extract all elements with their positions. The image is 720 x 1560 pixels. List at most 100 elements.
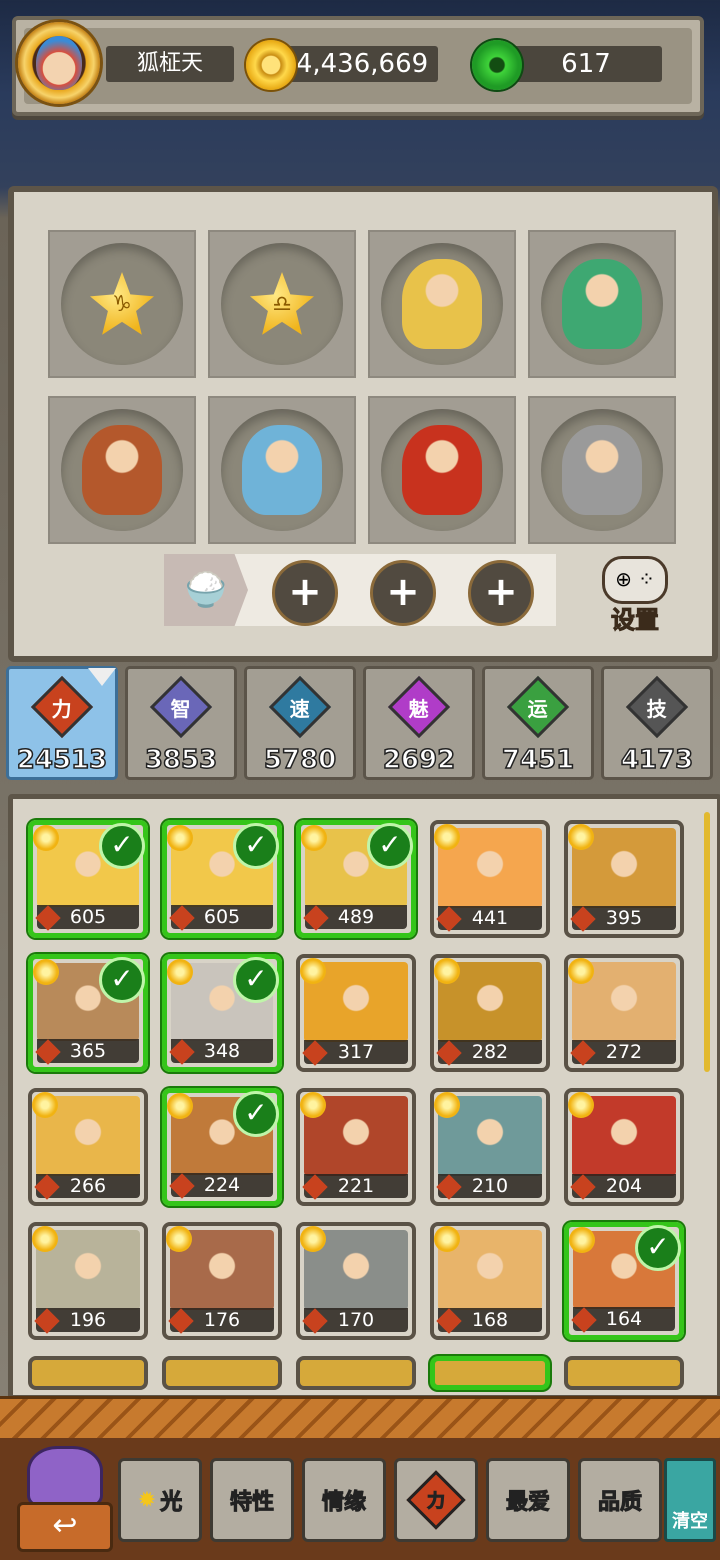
stat-tab[interactable]: 智 3853 [125, 666, 237, 780]
stat-value: 3853 [144, 744, 218, 776]
hero-card[interactable]: 170 [296, 1222, 416, 1340]
zodiac-star-icon: ♎ [250, 272, 314, 335]
team-slot[interactable] [528, 396, 676, 544]
stat-tab[interactable]: 运 7451 [482, 666, 594, 780]
team-slot-frame [221, 409, 343, 531]
hero-card[interactable]: 441 [430, 820, 550, 938]
team-slot[interactable]: ♎ [208, 230, 356, 378]
power-icon: 力 [406, 1470, 466, 1530]
selected-check-icon: ✓ [233, 957, 279, 1003]
selected-check-icon: ✓ [99, 823, 145, 869]
filter-quality-button[interactable]: 品质 [578, 1458, 662, 1542]
light-medal-icon [300, 1226, 326, 1252]
player-avatar[interactable] [18, 22, 100, 104]
light-medal-icon [568, 1092, 594, 1118]
hero-card[interactable]: 266 [28, 1088, 148, 1206]
hero-card[interactable]: 282 [430, 954, 550, 1072]
sort-indicator-icon [88, 668, 116, 686]
hero-card[interactable]: 605 ✓ [28, 820, 148, 938]
hero-card[interactable]: 348 ✓ [162, 954, 282, 1072]
hero-card[interactable]: 272 [564, 954, 684, 1072]
stat-value: 2692 [382, 744, 456, 776]
filter-light-button[interactable]: ✹ 光 [118, 1458, 202, 1542]
hero-portrait [82, 425, 162, 515]
team-slot[interactable] [368, 396, 516, 544]
hero-card[interactable]: 210 [430, 1088, 550, 1206]
selected-check-icon: ✓ [367, 823, 413, 869]
hero-card[interactable] [162, 1356, 282, 1390]
light-medal-icon [300, 1092, 326, 1118]
hero-card[interactable]: 168 [430, 1222, 550, 1340]
hero-card[interactable] [296, 1356, 416, 1390]
stat-icon: 魅 [387, 675, 451, 739]
stat-icon: 运 [506, 675, 570, 739]
stat-icon-label: 速 [290, 696, 310, 721]
hero-card[interactable]: 204 [564, 1088, 684, 1206]
sun-icon: ✹ [137, 1487, 157, 1513]
stat-icon: 技 [625, 675, 689, 739]
stat-icon-label: 运 [528, 696, 548, 721]
light-medal-icon [33, 959, 59, 985]
back-button[interactable]: ↩ [16, 1446, 114, 1552]
stat-value: 5780 [263, 744, 337, 776]
light-medal-icon [301, 825, 327, 851]
hero-card[interactable]: 224 ✓ [162, 1088, 282, 1206]
hero-card[interactable]: 196 [28, 1222, 148, 1340]
hero-card[interactable] [430, 1356, 550, 1390]
add-food-button[interactable]: + [272, 560, 338, 626]
hero-card[interactable]: 365 ✓ [28, 954, 148, 1072]
hero-card[interactable]: 395 [564, 820, 684, 938]
stat-tab[interactable]: 魅 2692 [363, 666, 475, 780]
hero-card[interactable]: 221 [296, 1088, 416, 1206]
hero-card[interactable]: 164 ✓ [564, 1222, 684, 1340]
stat-icon-label: 智 [171, 696, 191, 721]
gamepad-icon: ⊕ ⁘ [602, 556, 668, 604]
coin-icon [246, 40, 296, 90]
scrollbar[interactable] [704, 812, 710, 1072]
filter-bond-button[interactable]: 情缘 [302, 1458, 386, 1542]
jade-count: 617 [510, 46, 662, 82]
light-medal-icon [569, 1227, 595, 1253]
team-slot-frame: ♎ [221, 243, 343, 365]
light-medal-icon [32, 1226, 58, 1252]
stat-icon-label: 技 [647, 696, 667, 721]
hero-card[interactable]: 176 [162, 1222, 282, 1340]
team-slot[interactable] [48, 396, 196, 544]
stat-icon-label: 魅 [409, 696, 429, 721]
hero-card[interactable]: 489 ✓ [296, 820, 416, 938]
stat-tab[interactable]: 速 5780 [244, 666, 356, 780]
settings-button[interactable]: ⊕ ⁘ 设置 [598, 556, 672, 635]
stat-value: 24513 [16, 744, 108, 776]
add-food-button[interactable]: + [468, 560, 534, 626]
selected-check-icon: ✓ [635, 1225, 681, 1271]
floor-decoration [0, 1396, 720, 1441]
light-medal-icon [568, 958, 594, 984]
team-slot[interactable]: ♑ [48, 230, 196, 378]
stat-tab[interactable]: 技 4173 [601, 666, 713, 780]
filter-traits-button[interactable]: 特性 [210, 1458, 294, 1542]
hero-card[interactable] [564, 1356, 684, 1390]
light-medal-icon [568, 824, 594, 850]
stat-icon: 力 [30, 675, 94, 739]
hero-card[interactable]: 317 [296, 954, 416, 1072]
sort-power-button[interactable]: 力 [394, 1458, 478, 1542]
light-medal-icon [32, 1092, 58, 1118]
light-medal-icon [166, 1226, 192, 1252]
light-medal-icon [434, 1226, 460, 1252]
team-slot[interactable] [368, 230, 516, 378]
team-slot[interactable] [528, 230, 676, 378]
zodiac-star-icon: ♑ [90, 272, 154, 335]
hero-portrait [562, 425, 642, 515]
hero-card[interactable] [28, 1356, 148, 1390]
filter-favorite-button[interactable]: 最爱 [486, 1458, 570, 1542]
stat-value: 4173 [620, 744, 694, 776]
team-slot[interactable] [208, 396, 356, 544]
clear-team-button[interactable]: 清空 [664, 1458, 716, 1542]
light-medal-icon [434, 958, 460, 984]
filter-light-label: 光 [160, 1490, 183, 1516]
add-food-button[interactable]: + [370, 560, 436, 626]
hero-card[interactable]: 605 ✓ [162, 820, 282, 938]
food-bowl-icon[interactable]: 🍚 [164, 554, 248, 626]
filter-bond-label: 情缘 [321, 1490, 366, 1516]
team-slot-frame [541, 409, 663, 531]
